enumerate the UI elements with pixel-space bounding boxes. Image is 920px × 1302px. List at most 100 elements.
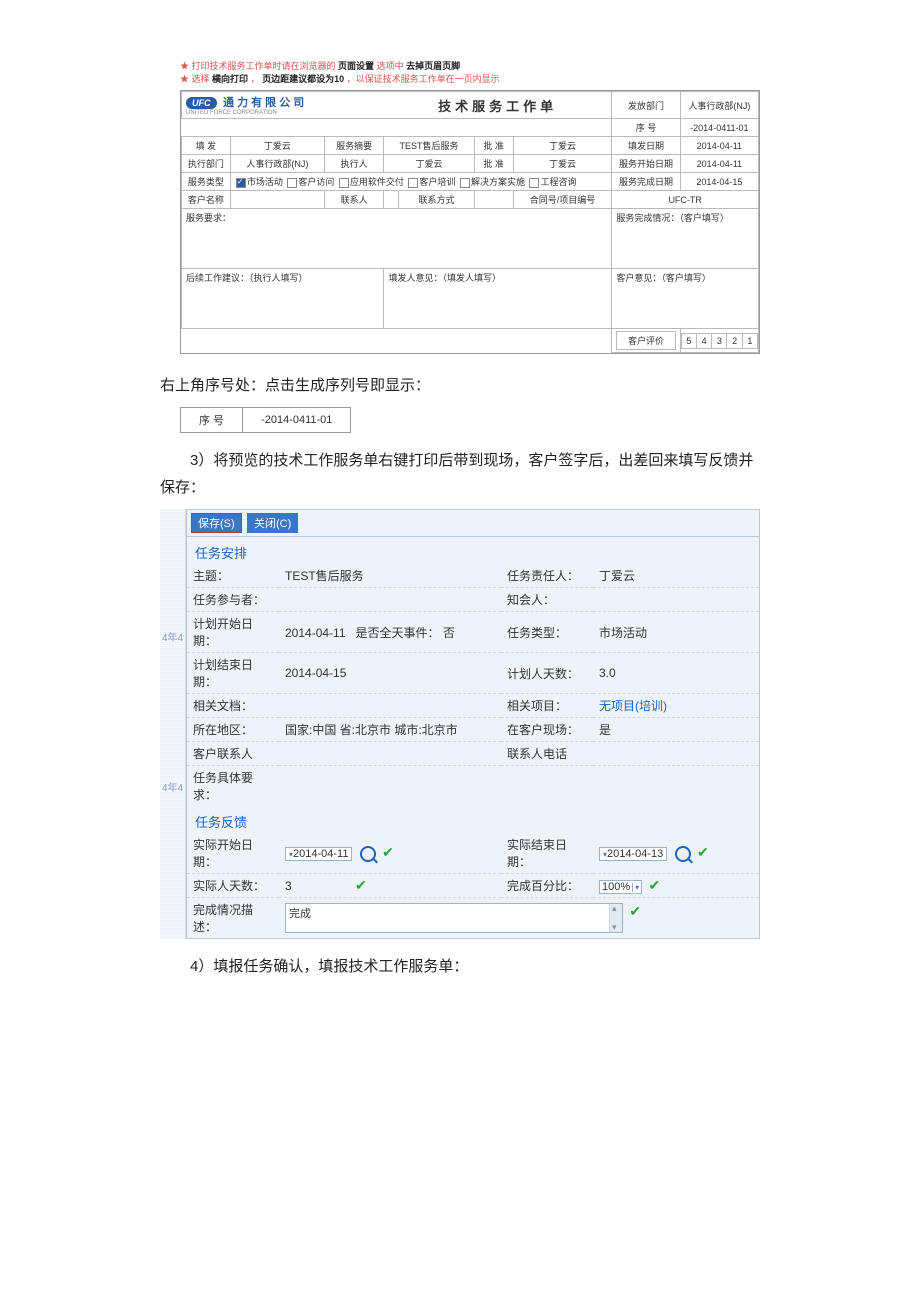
check-icon: ✔ (649, 877, 661, 893)
save-button[interactable]: 保存(S) (191, 513, 242, 533)
issuer-opinion-area: 填发人意见：（填发人填写） (384, 269, 612, 329)
contact-label: 客户联系人 (187, 742, 279, 766)
checkbox-icon[interactable] (287, 178, 297, 188)
owner-value: 丁爱云 (593, 564, 759, 588)
value: 2014-04-11 (680, 155, 758, 173)
next-work-area: 后续工作建议：（执行人填写） (182, 269, 384, 329)
actual-days-cell: 3 ✔ (279, 874, 501, 898)
value: 丁爱云 (513, 155, 612, 173)
actual-end-datepicker[interactable]: ▾2014-04-13 (599, 847, 667, 861)
participant-value (279, 588, 501, 612)
desc-textarea[interactable]: 完成 (285, 903, 623, 933)
label: 批 准 (474, 155, 513, 173)
desc-label: 完成情况描述： (187, 898, 279, 939)
plan-end-label: 计划结束日期： (187, 653, 279, 694)
issue-dept-label: 发放部门 (612, 92, 680, 119)
allday-value: 否 (443, 626, 455, 640)
actual-start-label: 实际开始日期： (187, 833, 279, 874)
actual-days-value[interactable]: 3 (285, 879, 292, 893)
print-notes: ★ 打印技术服务工作单时请在浏览器的 页面设置 选项中 去掉页眉页脚 ★ 选择 … (180, 60, 760, 85)
rating-label: 客户评价 (617, 332, 675, 350)
calendar-side-strip: 4年4 4年4 (160, 509, 186, 939)
checkbox-icon[interactable] (236, 178, 246, 188)
search-icon[interactable] (675, 846, 691, 862)
checkbox-icon[interactable] (339, 178, 349, 188)
checkbox-icon[interactable] (529, 178, 539, 188)
desc-value: 完成 (289, 908, 311, 920)
project-label: 相关项目： (501, 694, 593, 718)
rating-4[interactable]: 4 (696, 333, 711, 348)
note-bold: 去掉页眉页脚 (406, 61, 460, 71)
paragraph: 4）填报任务确认，填报技术工作服务单： (160, 953, 760, 980)
subject-value: TEST售后服务 (279, 564, 501, 588)
value: 丁爱云 (384, 155, 474, 173)
participant-label: 任务参与者： (187, 588, 279, 612)
label: 执行部门 (182, 155, 231, 173)
onsite-value: 是 (593, 718, 759, 742)
project-link[interactable]: 无项目(培训) (593, 694, 759, 718)
value: 丁爱云 (230, 137, 324, 155)
plan-days-value: 3.0 (593, 653, 759, 694)
search-icon[interactable] (360, 846, 376, 862)
issue-dept-value: 人事行政部(NJ) (680, 92, 758, 119)
rating-1[interactable]: 1 (742, 333, 757, 348)
doc-value (279, 694, 501, 718)
opt-label: 工程咨询 (540, 177, 576, 187)
scrollbar[interactable] (609, 904, 622, 932)
close-button[interactable]: 关闭(C) (247, 513, 298, 533)
actual-end-cell: ▾2014-04-13 ✔ (593, 833, 759, 874)
label: 合同号/项目编号 (513, 191, 612, 209)
allday-label: 是否全天事件： (356, 626, 440, 640)
checkbox-icon[interactable] (460, 178, 470, 188)
rating-2[interactable]: 2 (727, 333, 742, 348)
location-label: 所在地区： (187, 718, 279, 742)
note-text: ，以保证技术服务工作单在一页内显示 (347, 74, 500, 84)
document-page: ★ 打印技术服务工作单时请在浏览器的 页面设置 选项中 去掉页眉页脚 ★ 选择 … (0, 0, 920, 1108)
plan-days-label: 计划人天数： (501, 653, 593, 694)
desc-cell: 完成 ✔ (279, 898, 759, 939)
actual-start-datepicker[interactable]: ▾2014-04-11 (285, 847, 352, 861)
label: 联系方式 (399, 191, 474, 209)
note-bold: 页面设置 (338, 61, 374, 71)
percent-select[interactable]: 100%▾ (599, 880, 642, 894)
check-icon: ✔ (355, 877, 367, 893)
checkbox-icon[interactable] (408, 178, 418, 188)
requirement-value (279, 766, 759, 807)
serial-snip-value: -2014-0411-01 (243, 408, 351, 433)
serial-label: 序 号 (612, 119, 680, 137)
doc-label: 相关文档： (187, 694, 279, 718)
check-icon: ✔ (629, 903, 641, 919)
subject-label: 主题： (187, 564, 279, 588)
actual-end-date: 2014-04-13 (607, 848, 663, 860)
service-req-area: 服务要求： (182, 209, 612, 269)
value: TEST售后服务 (384, 137, 474, 155)
actual-start-date: 2014-04-11 (293, 848, 348, 860)
label: 执行人 (324, 155, 384, 173)
percent-label: 完成百分比： (501, 874, 593, 898)
service-type-options: 市场活动 客户访问 应用软件交付 客户培训 解决方案实施 工程咨询 (230, 173, 612, 191)
paragraph: 右上角序号处：点击生成序列号即显示： (160, 372, 760, 399)
value (474, 191, 513, 209)
actual-days-label: 实际人天数： (187, 874, 279, 898)
opt-label: 市场活动 (247, 177, 283, 187)
label: 联系人 (324, 191, 384, 209)
serial-value: -2014-0411-01 (680, 119, 758, 137)
onsite-label: 在客户现场： (501, 718, 593, 742)
serial-snip-label: 序 号 (181, 408, 243, 433)
value: 人事行政部(NJ) (230, 155, 324, 173)
star-icon: ★ (180, 61, 192, 71)
label: 服务完成日期 (612, 173, 680, 191)
value (384, 191, 399, 209)
requirement-label: 任务具体要求： (187, 766, 279, 807)
rating-5[interactable]: 5 (681, 333, 696, 348)
percent-value: 100% (602, 881, 630, 893)
company-name: 通 力 有 限 公 司 (223, 97, 304, 109)
task-detail-screenshot: 4年4 4年4 保存(S) 关闭(C) 任务安排 主题： TEST售后服务 任务… (160, 509, 760, 939)
note-bold: 横向打印 (212, 74, 248, 84)
service-form: UFC 通 力 有 限 公 司 UNITED FORCE CORPORATION… (180, 90, 760, 354)
rating-3[interactable]: 3 (712, 333, 727, 348)
task-type-label: 任务类型： (501, 612, 593, 653)
contact-value (279, 742, 501, 766)
opt-label: 客户访问 (298, 177, 334, 187)
check-icon: ✔ (697, 844, 709, 860)
